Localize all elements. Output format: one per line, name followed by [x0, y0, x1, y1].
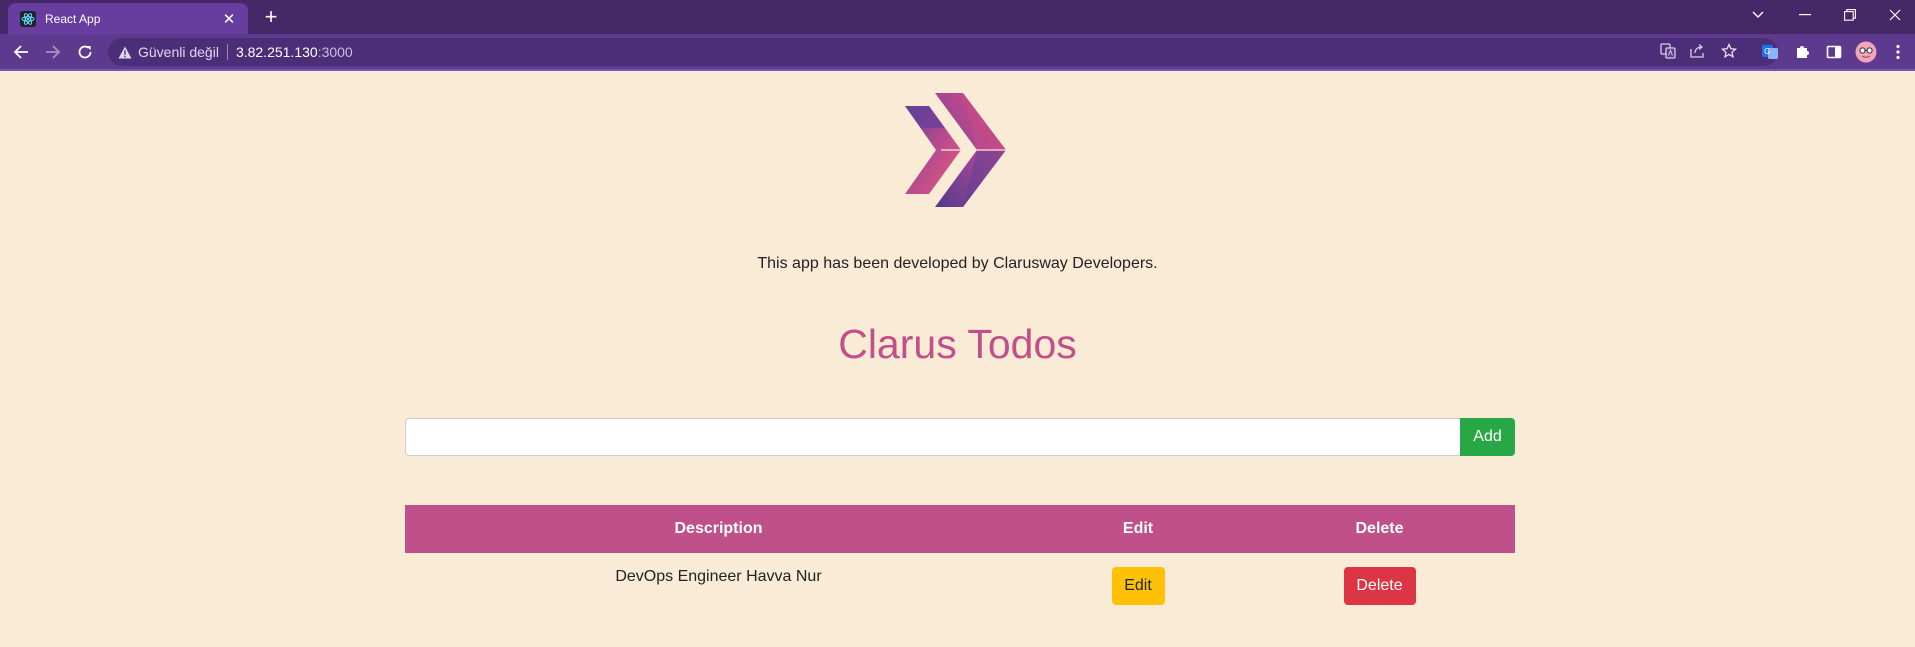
header-description: Description — [405, 505, 1032, 553]
browser-tab-active[interactable]: React App ✕ — [8, 3, 248, 34]
bookmark-star-icon[interactable] — [1718, 40, 1740, 62]
page-body: This app has been developed by Clarusway… — [0, 71, 1915, 647]
delete-button[interactable]: Delete — [1343, 567, 1416, 605]
forward-arrow-icon[interactable] — [40, 39, 66, 65]
developer-credit: This app has been developed by Clarusway… — [757, 255, 1158, 272]
header-delete: Delete — [1244, 505, 1515, 553]
table-header-row: Description Edit Delete — [405, 505, 1515, 553]
svg-text:G: G — [1764, 47, 1770, 56]
browser-menu-kebab-icon[interactable] — [1885, 39, 1911, 65]
page-title: Clarus Todos — [838, 321, 1077, 367]
window-close-icon[interactable] — [1873, 0, 1915, 30]
back-arrow-icon[interactable] — [8, 39, 34, 65]
extension-translator-icon[interactable]: G — [1757, 39, 1783, 65]
tab-search-chevron-icon[interactable] — [1736, 0, 1780, 30]
react-favicon-icon — [20, 10, 36, 27]
tab-strip: React App ✕ + — [0, 0, 1915, 34]
warning-triangle-icon[interactable] — [118, 46, 132, 59]
security-status-text[interactable]: Güvenli değil — [138, 44, 219, 60]
delete-cell: Delete — [1244, 553, 1515, 619]
translate-icon[interactable] — [1657, 40, 1679, 62]
address-bar[interactable]: Güvenli değil 3.82.251.130 :3000 — [108, 38, 1778, 66]
header-edit: Edit — [1032, 505, 1244, 553]
add-button[interactable]: Add — [1460, 418, 1515, 456]
profile-avatar-icon[interactable] — [1853, 39, 1879, 65]
todo-table: Description Edit Delete DevOps Engineer … — [405, 505, 1515, 619]
address-divider — [226, 44, 228, 60]
table-row: DevOps Engineer Havva Nur Edit Delete — [405, 553, 1515, 619]
todo-input[interactable] — [405, 418, 1461, 456]
new-tab-plus-icon[interactable]: + — [258, 4, 284, 30]
url-port: :3000 — [317, 44, 353, 60]
edit-button[interactable]: Edit — [1111, 567, 1165, 605]
share-icon[interactable] — [1686, 40, 1708, 62]
edit-cell: Edit — [1032, 553, 1244, 619]
clarusway-chevron-logo — [905, 93, 1006, 207]
reload-icon[interactable] — [72, 39, 98, 65]
restore-icon[interactable] — [1828, 0, 1872, 30]
tab-close-icon[interactable]: ✕ — [220, 10, 238, 28]
side-panel-icon[interactable] — [1821, 39, 1847, 65]
tab-title: React App — [45, 11, 101, 26]
url-host: 3.82.251.130 — [235, 44, 318, 60]
extensions-puzzle-icon[interactable] — [1789, 39, 1815, 65]
todo-description: DevOps Engineer Havva Nur — [615, 568, 822, 585]
minimize-icon[interactable] — [1783, 0, 1827, 30]
browser-toolbar: Güvenli değil 3.82.251.130 :3000 G — [0, 34, 1915, 70]
